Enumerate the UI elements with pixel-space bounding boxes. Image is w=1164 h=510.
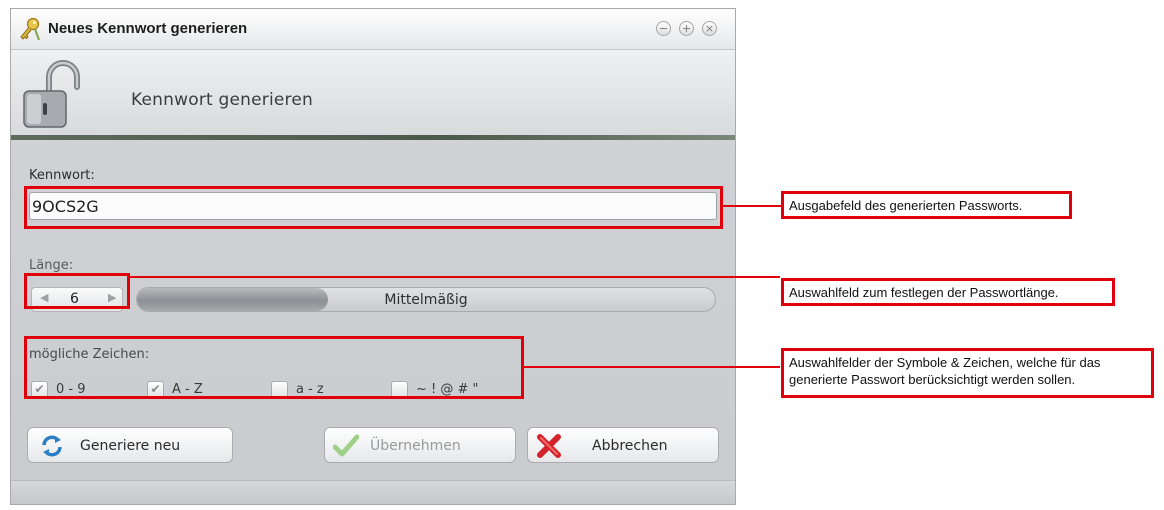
- password-generator-window: Neues Kennwort generieren − + × Kennwort…: [10, 8, 736, 505]
- maximize-button[interactable]: +: [679, 21, 694, 36]
- cancel-button[interactable]: Abbrechen: [527, 427, 719, 463]
- length-field-highlight: [24, 273, 130, 309]
- length-connector-line: [130, 276, 780, 278]
- dialog-header-title: Kennwort generieren: [131, 90, 313, 110]
- title-bar[interactable]: Neues Kennwort generieren − + ×: [11, 9, 735, 50]
- password-field-note: Ausgabefeld des generierten Passworts.: [781, 191, 1072, 219]
- length-field-note: Auswahlfeld zum festlegen der Passwortlä…: [781, 278, 1115, 306]
- regenerate-button[interactable]: Generiere neu: [27, 427, 233, 463]
- minimize-button[interactable]: −: [656, 21, 671, 36]
- checkmark-icon: [333, 434, 359, 457]
- window-title: Neues Kennwort generieren: [48, 20, 248, 37]
- password-label: Kennwort:: [29, 168, 95, 183]
- password-connector-line: [723, 205, 783, 207]
- close-button[interactable]: ×: [702, 21, 717, 36]
- status-bar: [11, 480, 735, 504]
- header-divider: [11, 135, 735, 140]
- apply-button[interactable]: Übernehmen: [324, 427, 516, 463]
- apply-button-label: Übernehmen: [370, 438, 461, 454]
- charset-note-line-2: generierte Passwort berücksichtigt werde…: [789, 372, 1076, 387]
- password-field-highlight: [24, 186, 723, 229]
- length-field-note-text: Auswahlfeld zum festlegen der Passwortlä…: [789, 285, 1059, 300]
- dialog-header: Kennwort generieren: [11, 50, 735, 135]
- strength-label: Mittelmäßig: [384, 292, 468, 308]
- length-label: Länge:: [29, 258, 74, 273]
- password-field-note-text: Ausgabefeld des generierten Passworts.: [789, 198, 1023, 213]
- key-icon: [20, 17, 40, 41]
- password-strength-bar: Mittelmäßig: [136, 287, 716, 312]
- charset-fields-note: Auswahlfelder der Symbole & Zeichen, wel…: [781, 348, 1154, 398]
- regenerate-button-label: Generiere neu: [80, 438, 181, 454]
- red-x-icon: [537, 434, 561, 458]
- open-lock-icon: [23, 60, 80, 128]
- refresh-icon: [42, 435, 62, 457]
- charset-fields-highlight: [24, 336, 524, 399]
- cancel-button-label: Abbrechen: [592, 438, 668, 454]
- charset-note-line-1: Auswahlfelder der Symbole & Zeichen, wel…: [789, 355, 1101, 370]
- charset-connector-line: [524, 366, 780, 368]
